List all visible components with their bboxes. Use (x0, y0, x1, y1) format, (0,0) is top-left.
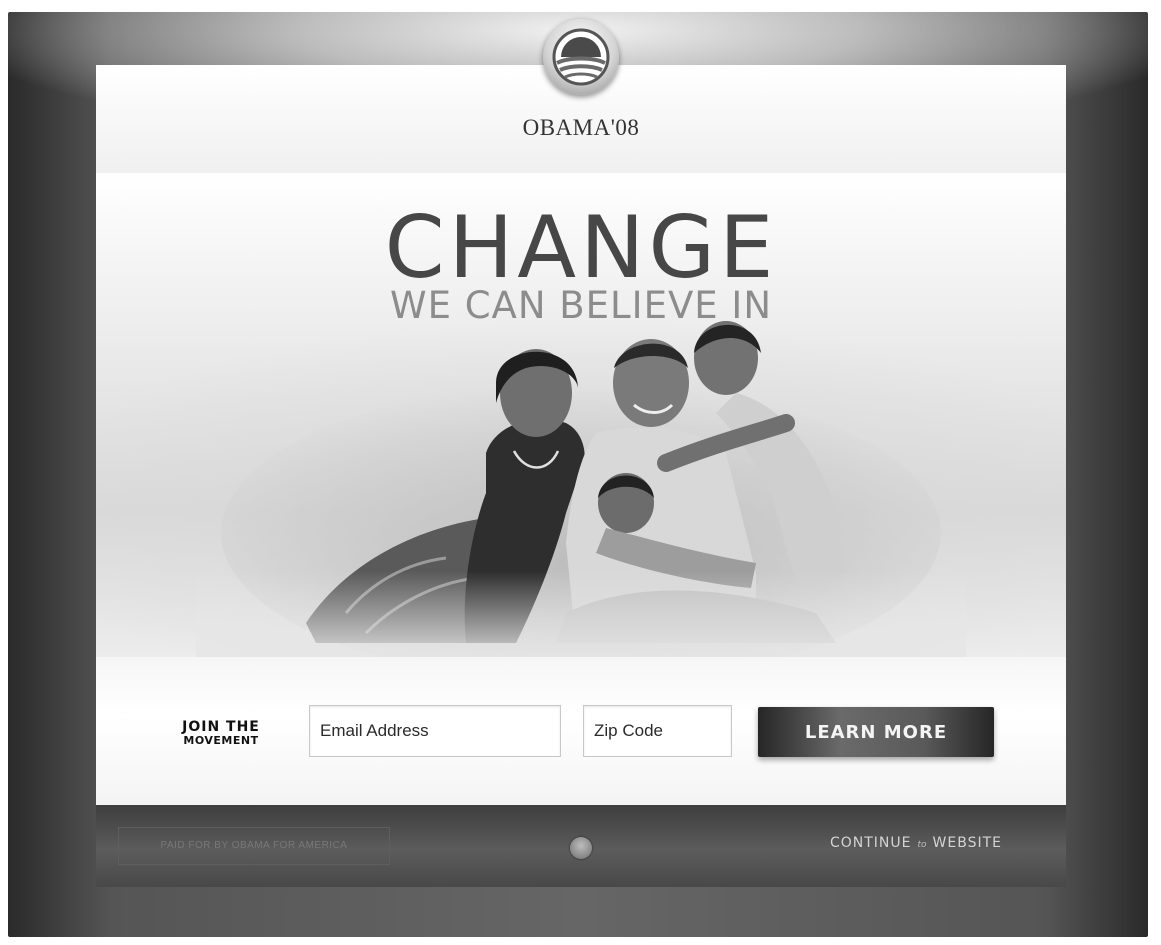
brand-wordmark: OBAMA'08 (522, 115, 640, 140)
campaign-seal-icon (570, 837, 592, 859)
join-label-line1: JOIN THE (182, 719, 260, 735)
website-word: WEBSITE (932, 835, 1002, 851)
hero-section: CHANGE WE CAN BELIEVE IN (96, 173, 1066, 657)
join-label: JOIN THE MOVEMENT (156, 720, 286, 746)
continue-to-word: to (917, 840, 927, 850)
paid-for-notice: PAID FOR BY OBAMA FOR AMERICA (118, 827, 390, 865)
campaign-logo-graphic (552, 28, 610, 86)
family-photo (196, 313, 966, 657)
campaign-logo-icon (543, 19, 619, 95)
learn-more-button[interactable]: LEARN MORE (758, 707, 994, 757)
continue-to-website-link[interactable]: CONTINUE to WEBSITE (762, 835, 1002, 851)
signup-bar: JOIN THE MOVEMENT LEARN MORE (96, 657, 1066, 805)
join-label-line2: MOVEMENT (183, 733, 259, 747)
splash-panel: OBAMA'08 CHANGE WE CAN BELIEVE IN JOIN T… (96, 65, 1066, 805)
email-field[interactable] (309, 705, 561, 757)
splash-footer: PAID FOR BY OBAMA FOR AMERICA CONTINUE to… (96, 805, 1066, 887)
zip-code-field[interactable] (583, 705, 732, 757)
hero-headline: CHANGE (384, 198, 778, 298)
continue-word: CONTINUE (829, 835, 912, 851)
